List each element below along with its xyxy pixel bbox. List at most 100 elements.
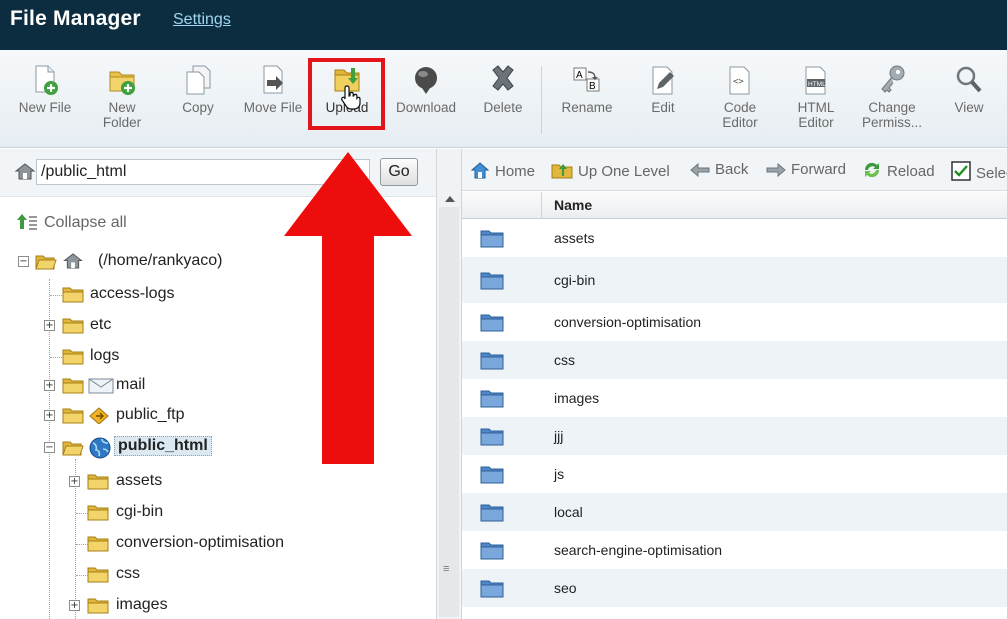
ftp-icon bbox=[89, 407, 109, 424]
expand-toggle[interactable]: + bbox=[44, 380, 55, 391]
folder-icon bbox=[62, 287, 84, 303]
file-list-pane: Home Up One Level Back Forward Reload Se… bbox=[462, 149, 1007, 619]
file-name: images bbox=[554, 390, 600, 406]
navigation-bar: Home Up One Level Back Forward Reload Se… bbox=[462, 149, 1007, 191]
new-file-button[interactable]: New File bbox=[10, 64, 80, 115]
tree-branch bbox=[50, 357, 62, 358]
folder-icon bbox=[480, 352, 504, 370]
folder-open-icon bbox=[35, 255, 57, 270]
checkbox-icon bbox=[951, 161, 971, 181]
path-input[interactable] bbox=[36, 159, 370, 185]
file-row[interactable]: css bbox=[462, 341, 1007, 379]
change-permissions-button[interactable]: Change Permiss... bbox=[857, 64, 927, 130]
edit-button[interactable]: Edit bbox=[628, 64, 698, 115]
select-all-button[interactable]: Select all bbox=[951, 161, 1007, 182]
expand-toggle[interactable]: + bbox=[69, 476, 80, 487]
splitter-grip-icon[interactable]: ≡ bbox=[443, 563, 450, 575]
folder-icon bbox=[480, 466, 504, 484]
rename-label: Rename bbox=[561, 100, 613, 115]
delete-button[interactable]: Delete bbox=[468, 64, 538, 115]
file-row[interactable]: seo bbox=[462, 569, 1007, 607]
new-folder-button[interactable]: New Folder bbox=[87, 64, 157, 130]
scroll-up-icon[interactable] bbox=[445, 196, 455, 202]
reload-button[interactable]: Reload bbox=[862, 161, 935, 180]
expand-toggle[interactable]: + bbox=[44, 410, 55, 421]
collapse-all-link[interactable]: Collapse all bbox=[16, 214, 127, 232]
up-folder-icon bbox=[551, 164, 573, 179]
folder-icon bbox=[480, 230, 504, 248]
html-editor-label-line2: Editor bbox=[798, 115, 834, 130]
file-row[interactable]: conversion-optimisation bbox=[462, 303, 1007, 341]
view-label: View bbox=[954, 100, 984, 115]
icon-column-header[interactable] bbox=[462, 192, 542, 219]
delete-icon bbox=[492, 65, 514, 91]
html-editor-label-line1: HTML bbox=[797, 100, 835, 115]
file-name: css bbox=[554, 352, 575, 368]
upload-button[interactable]: Upload bbox=[312, 64, 382, 115]
home-nav-button[interactable]: Home bbox=[470, 161, 535, 180]
change-permissions-label-line2: Permiss... bbox=[861, 115, 922, 130]
download-button[interactable]: Download bbox=[391, 64, 461, 115]
reload-icon bbox=[864, 162, 880, 178]
folder-icon bbox=[480, 504, 504, 522]
folder-icon bbox=[87, 598, 109, 614]
view-button[interactable]: View bbox=[934, 64, 1004, 115]
file-list-header: Name bbox=[462, 192, 1007, 219]
collapse-toggle[interactable]: − bbox=[18, 256, 29, 267]
folder-icon bbox=[480, 580, 504, 598]
html-editor-button[interactable]: HTML HTML Editor bbox=[781, 64, 851, 130]
folder-icon bbox=[62, 349, 84, 365]
expand-toggle[interactable]: + bbox=[44, 320, 55, 331]
tree-item-label: images bbox=[116, 596, 168, 613]
pane-splitter[interactable]: ≡ bbox=[436, 149, 462, 619]
tree-root-label: (/home/rankyaco) bbox=[98, 252, 223, 269]
file-row[interactable]: local bbox=[462, 493, 1007, 531]
tree-item-label: etc bbox=[90, 316, 112, 333]
tree-item-label: access-logs bbox=[90, 285, 175, 302]
collapse-toggle[interactable]: − bbox=[44, 442, 55, 453]
folder-icon bbox=[62, 408, 84, 424]
name-column-header[interactable]: Name bbox=[554, 197, 592, 213]
file-row[interactable]: cgi-bin bbox=[462, 257, 1007, 303]
copy-button[interactable]: Copy bbox=[163, 64, 233, 115]
scrollbar-track[interactable] bbox=[439, 207, 459, 617]
file-row[interactable]: js bbox=[462, 455, 1007, 493]
download-icon bbox=[415, 67, 437, 94]
new-file-icon bbox=[35, 65, 58, 95]
folder-icon bbox=[480, 272, 504, 290]
folder-open-icon bbox=[62, 441, 84, 456]
settings-link[interactable]: Settings bbox=[173, 11, 231, 29]
home-nav-label: Home bbox=[495, 163, 536, 180]
file-row[interactable]: images bbox=[462, 379, 1007, 417]
file-row[interactable]: assets bbox=[462, 219, 1007, 257]
up-one-level-label: Up One Level bbox=[578, 163, 670, 180]
file-name: js bbox=[554, 466, 565, 482]
copy-label: Copy bbox=[182, 100, 214, 115]
tree-item-label: logs bbox=[90, 347, 120, 364]
home-icon bbox=[63, 253, 83, 269]
back-button[interactable]: Back bbox=[690, 161, 748, 178]
tree-item-label: mail bbox=[116, 376, 146, 393]
move-file-button[interactable]: Move File bbox=[238, 64, 308, 115]
toolbar: New File New Folder Copy Move File Uploa… bbox=[0, 50, 1007, 148]
up-one-level-button[interactable]: Up One Level bbox=[551, 161, 670, 180]
rename-button[interactable]: A B Rename bbox=[552, 64, 622, 115]
mail-icon bbox=[88, 378, 114, 394]
code-editor-label-line1: Code bbox=[723, 100, 757, 115]
file-name: jjj bbox=[554, 428, 564, 444]
tree-branch bbox=[50, 295, 62, 296]
edit-label: Edit bbox=[651, 100, 675, 115]
svg-text:HTML: HTML bbox=[808, 81, 826, 88]
folder-icon bbox=[62, 318, 84, 334]
forward-button[interactable]: Forward bbox=[766, 161, 846, 178]
code-editor-button[interactable]: <> Code Editor bbox=[705, 64, 775, 130]
expand-toggle[interactable]: + bbox=[69, 600, 80, 611]
new-folder-label-line1: New bbox=[108, 100, 136, 115]
file-row[interactable]: search-engine-optimisation bbox=[462, 531, 1007, 569]
change-permissions-icon bbox=[881, 65, 905, 93]
go-button[interactable]: Go bbox=[380, 158, 418, 186]
toolbar-separator bbox=[541, 66, 542, 134]
file-row[interactable]: jjj bbox=[462, 417, 1007, 455]
forward-label: Forward bbox=[791, 161, 847, 178]
move-file-icon bbox=[263, 65, 283, 94]
